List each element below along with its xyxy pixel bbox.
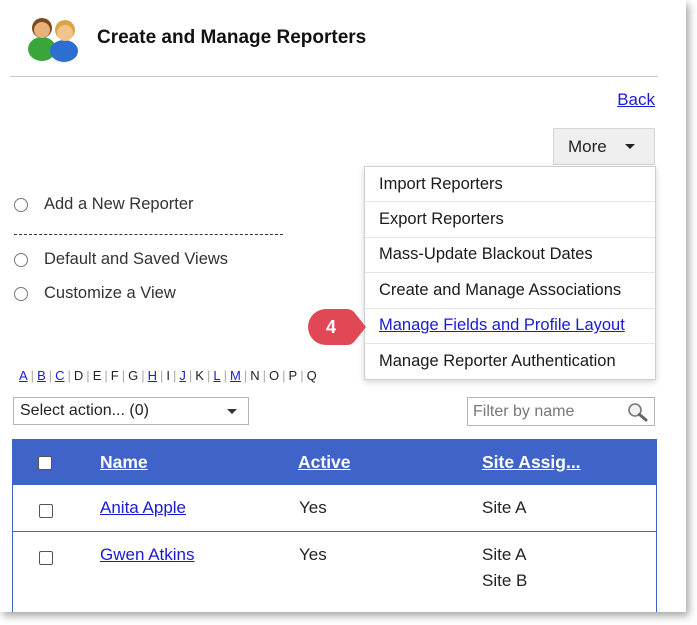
radio-button[interactable]: [14, 286, 28, 301]
alphabet-letter-g: G: [128, 368, 139, 383]
option-customize-view[interactable]: Customize a View: [14, 284, 176, 303]
alphabet-separator: |: [243, 368, 248, 383]
active-value: Yes: [299, 498, 327, 517]
filter-input[interactable]: [471, 398, 625, 426]
column-header-name[interactable]: Name: [100, 452, 148, 473]
alphabet-separator: |: [121, 368, 126, 383]
alphabet-letter-p: P: [288, 368, 298, 383]
alphabet-letter-l[interactable]: L: [213, 368, 220, 383]
chevron-down-icon: [227, 409, 237, 414]
alphabet-letter-e: E: [92, 368, 102, 383]
more-button-label: More: [568, 136, 607, 156]
option-add-new-reporter[interactable]: Add a New Reporter: [14, 195, 194, 214]
table-row: Anita Apple Yes Site A: [12, 485, 657, 532]
header-divider: [10, 76, 658, 77]
page-title: Create and Manage Reporters: [97, 27, 367, 48]
alphabet-letter-m[interactable]: M: [230, 368, 241, 383]
alphabet-separator: |: [282, 368, 286, 383]
alphabet-separator: |: [188, 368, 193, 383]
menu-item-manage-fields[interactable]: Manage Fields and Profile Layout: [365, 309, 655, 344]
option-label: Default and Saved Views: [44, 250, 229, 268]
option-label: Customize a View: [44, 284, 176, 302]
select-all-checkbox[interactable]: [38, 456, 52, 470]
active-value: Yes: [299, 545, 327, 564]
alphabet-separator: |: [141, 368, 145, 383]
alphabet-letter-j[interactable]: J: [179, 368, 186, 383]
filter-field: [467, 397, 655, 426]
more-button[interactable]: More: [553, 128, 655, 165]
alphabet-letter-d: D: [73, 368, 84, 383]
bulk-action-select[interactable]: Select action... (0): [13, 397, 249, 425]
alphabet-separator: |: [173, 368, 177, 383]
site-value: Site A: [482, 545, 527, 564]
menu-item-mass-update-blackout[interactable]: Mass-Update Blackout Dates: [365, 238, 655, 274]
alphabet-separator: |: [206, 368, 211, 383]
site-value: Site A: [482, 498, 527, 517]
option-default-saved-views[interactable]: Default and Saved Views: [14, 250, 228, 269]
alphabet-letter-q: Q: [306, 368, 317, 383]
table-row: Gwen Atkins Yes Site A Site B: [12, 532, 657, 612]
reporter-name-link[interactable]: Anita Apple: [100, 498, 186, 518]
alphabet-separator: |: [300, 368, 304, 383]
column-header-active[interactable]: Active: [298, 452, 351, 473]
alphabet-letter-b[interactable]: B: [37, 368, 46, 383]
alphabet-separator: |: [30, 368, 35, 383]
alphabet-letter-o: O: [269, 368, 280, 383]
alphabet-filter: A | B | C | D | E | F | G | H | I | J | K | L | M | N | O | P | Q: [19, 368, 317, 383]
menu-item-associations[interactable]: Create and Manage Associations: [365, 273, 655, 309]
row-checkbox[interactable]: [39, 504, 53, 518]
radio-button[interactable]: [14, 252, 28, 267]
row-checkbox[interactable]: [39, 551, 53, 565]
more-dropdown-menu: Import Reporters Export Reporters Mass-U…: [364, 166, 656, 381]
alphabet-separator: |: [160, 368, 164, 383]
alphabet-separator: |: [223, 368, 227, 383]
page-frame: Create and Manage Reporters Back More Im…: [0, 0, 686, 612]
menu-item-export-reporters[interactable]: Export Reporters: [365, 202, 655, 238]
reporter-name-link[interactable]: Gwen Atkins: [100, 545, 195, 565]
alphabet-letter-n: N: [250, 368, 260, 383]
column-header-site[interactable]: Site Assig...: [482, 452, 581, 473]
alphabet-separator: |: [262, 368, 266, 383]
back-link[interactable]: Back: [617, 90, 655, 110]
bulk-action-value: Select action... (0): [20, 402, 149, 419]
alphabet-letter-i: I: [166, 368, 171, 383]
site-value: Site B: [482, 571, 528, 590]
radio-button[interactable]: [14, 197, 28, 212]
menu-item-import-reporters[interactable]: Import Reporters: [365, 167, 655, 203]
alphabet-separator: |: [48, 368, 53, 383]
users-icon: [28, 18, 78, 62]
chevron-down-icon: [624, 144, 635, 149]
step-number: 4: [326, 317, 336, 337]
alphabet-letter-c[interactable]: C: [55, 368, 64, 383]
alphabet-separator: |: [67, 368, 71, 383]
option-label: Add a New Reporter: [44, 195, 194, 213]
alphabet-separator: |: [104, 368, 108, 383]
options-divider: [14, 234, 283, 235]
menu-item-reporter-authentication[interactable]: Manage Reporter Authentication: [365, 344, 655, 379]
reporters-table: Name Active Site Assig... Anita Apple Ye…: [12, 439, 657, 612]
alphabet-letter-f: F: [110, 368, 119, 383]
search-icon[interactable]: [627, 402, 649, 422]
alphabet-letter-a[interactable]: A: [19, 368, 28, 383]
alphabet-letter-k: K: [195, 368, 204, 383]
page-header: [28, 15, 90, 62]
step-badge: 4: [308, 309, 366, 345]
alphabet-letter-h[interactable]: H: [148, 368, 157, 383]
table-header: Name Active Site Assig...: [12, 439, 657, 485]
alphabet-separator: |: [86, 368, 90, 383]
